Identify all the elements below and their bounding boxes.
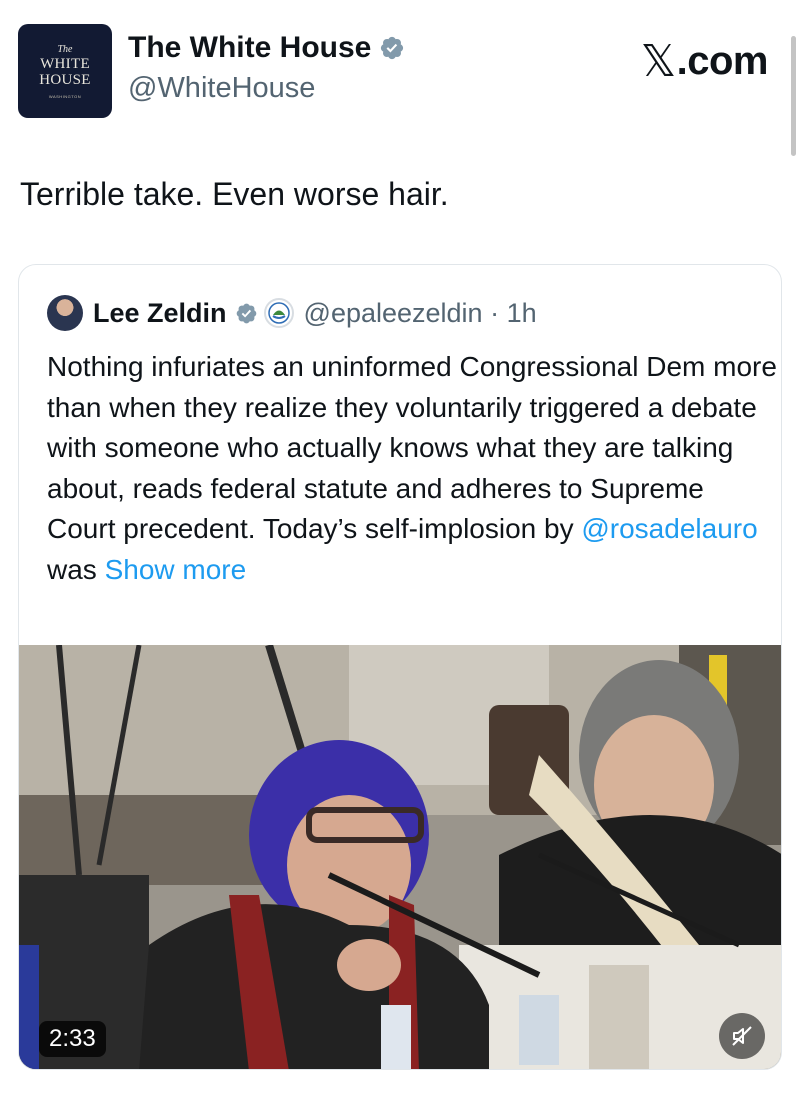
- avatar[interactable]: The WHITE HOUSE WASHINGTON: [18, 24, 112, 118]
- verified-badge-icon: [381, 36, 404, 60]
- quoted-author-name[interactable]: Lee Zeldin: [93, 298, 227, 329]
- mention-link[interactable]: @rosadelauro: [581, 513, 757, 544]
- x-logo-icon: 𝕏: [640, 37, 676, 86]
- scrollbar[interactable]: [791, 36, 796, 156]
- quoted-post-text: Nothing infuriates an uninformed Congres…: [47, 347, 777, 590]
- author-handle[interactable]: @WhiteHouse: [128, 70, 405, 106]
- video-frame: [19, 645, 781, 1069]
- avatar-text-place: WASHINGTON: [48, 93, 82, 99]
- video-player[interactable]: 2:33: [19, 645, 781, 1069]
- author-name[interactable]: The White House: [128, 30, 371, 66]
- mute-button[interactable]: [719, 1013, 765, 1059]
- avatar-text-the: The: [57, 43, 73, 55]
- post-time[interactable]: 1h: [507, 298, 537, 328]
- avatar-text-white: WHITE: [40, 55, 90, 72]
- author-name-row[interactable]: The White House: [128, 30, 405, 66]
- x-watermark: 𝕏 .com: [640, 36, 769, 87]
- separator-dot: ·: [490, 297, 500, 328]
- mute-icon: [732, 1026, 752, 1046]
- show-more-link[interactable]: Show more: [105, 554, 247, 585]
- quoted-author-handle[interactable]: @epaleezeldin · 1h: [304, 298, 537, 329]
- avatar-text-house: HOUSE: [39, 71, 91, 88]
- post-text: Terrible take. Even worse hair.: [20, 176, 449, 212]
- quoted-body-tail: was: [47, 553, 97, 585]
- epa-logo-glyph: [267, 302, 290, 324]
- video-duration: 2:33: [39, 1021, 106, 1057]
- epa-logo-icon: [263, 298, 294, 328]
- quoted-post[interactable]: Lee Zeldin @epaleezeldin · 1h Nothing in…: [18, 264, 782, 1070]
- quoted-handle-text: @epaleezeldin: [303, 297, 483, 328]
- quoted-author-avatar[interactable]: [47, 295, 83, 331]
- author-block: The White House @WhiteHouse: [128, 30, 405, 106]
- quoted-post-header: Lee Zeldin @epaleezeldin · 1h: [47, 295, 537, 331]
- x-watermark-label: .com: [676, 39, 769, 83]
- verified-badge-icon: [236, 303, 256, 323]
- post-header: The WHITE HOUSE WASHINGTON The White Hou…: [0, 0, 800, 156]
